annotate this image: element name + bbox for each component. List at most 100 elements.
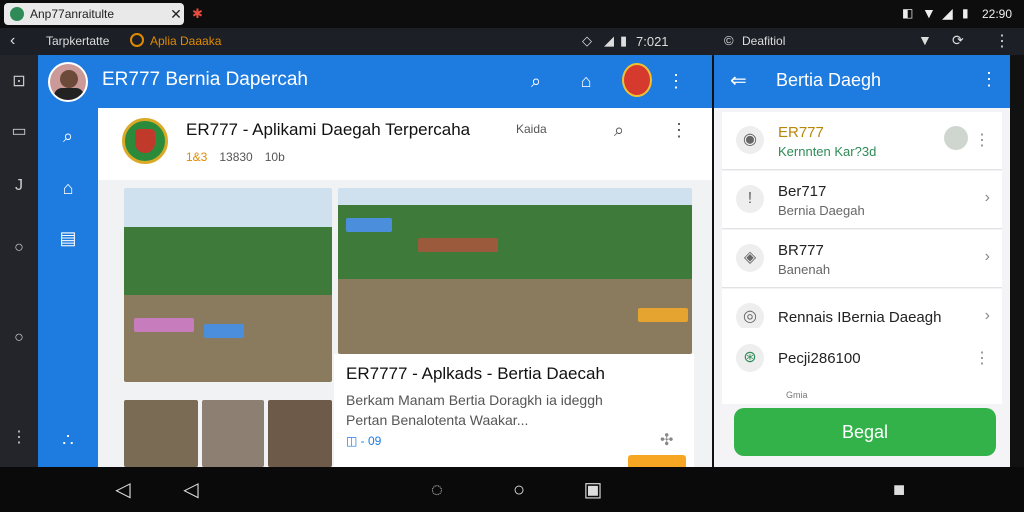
signal-icon: ◢ (942, 5, 953, 21)
navigation-bar: ◁ ◁ ◌ ○ ▣ ■ (0, 467, 1024, 512)
square-icon[interactable]: ■ (886, 477, 912, 503)
wifi-icon: ▼ (918, 32, 932, 48)
alert-icon: ! (736, 185, 764, 213)
page-meta: 1&3 13830 10b (186, 150, 285, 164)
notification-icon: ✱ (192, 6, 203, 21)
toolbar-label: Tarpkertatte (46, 34, 110, 48)
overflow-menu-icon[interactable]: ⋮ (980, 69, 998, 90)
list-item[interactable]: ◉ ER777 Kernnten Kar?3d ⋮ (722, 112, 1002, 170)
accent-bar (628, 455, 686, 467)
small-note: Gmia (786, 390, 808, 400)
article-desc-line: Berkam Manam Bertia Doragkh ia ideggh (346, 392, 603, 408)
sidebar: ⌕ ⌂ ▤ ∴ (38, 108, 98, 467)
article-title: ER7777 - Aplkads - Bertia Daecah (346, 364, 605, 383)
panel-title: Bertia Daegh (776, 70, 882, 90)
window-icon[interactable]: ⊡ (8, 71, 30, 93)
shield-icon: ◇ (582, 33, 592, 48)
box-icon: ◈ (736, 244, 764, 272)
thumbnail-photo[interactable] (124, 400, 198, 467)
toolbar-right-label: Deafitiol (742, 34, 786, 48)
back-icon[interactable]: ‹ (10, 32, 15, 50)
main-content: ER777 - Aplikami Daegah Terpercaha 1&3 1… (98, 108, 712, 467)
search-icon[interactable]: ⌕ (56, 124, 80, 148)
back-icon[interactable]: ◁ (178, 477, 204, 503)
clock-text: 7:021 (636, 34, 669, 49)
list-item[interactable]: ◈ BR777 Banenah › (722, 230, 1002, 288)
tab-close-icon[interactable]: ✕ (168, 6, 184, 23)
app-header: ER777 Bernia Dapercah ⌕ ⌂ ⋮ (38, 55, 712, 108)
browser-tab[interactable]: Anp77anraitulte ✕ (4, 3, 184, 25)
overflow-menu-icon[interactable]: ⋮ (994, 31, 1010, 51)
rating-text: 1&3 (186, 150, 208, 164)
battery-icon: ▮ (962, 6, 969, 20)
app-icon (130, 33, 144, 47)
item-title: Ber717 (778, 183, 827, 200)
lock-icon[interactable]: ⌂ (574, 69, 598, 93)
settings-icon: ⊛ (736, 344, 764, 372)
profile-icon: ◉ (736, 126, 764, 154)
list-item[interactable]: ! Ber717 Bernia Daegah › (722, 171, 1002, 229)
item-subtitle: Kernnten Kar?3d (778, 144, 877, 159)
wifi-icon: ▼ (922, 5, 936, 21)
article-tag: ◫ - 09 (346, 434, 381, 448)
news-icon[interactable]: ▤ (56, 226, 80, 250)
tab-favicon-icon (10, 7, 24, 21)
clock-text: 22:90 (982, 7, 1013, 21)
item-title: BR777 (778, 242, 824, 259)
tag-text: - 09 (360, 434, 382, 448)
article-card[interactable]: ER7777 - Aplkads - Bertia Daecah Berkam … (334, 354, 694, 467)
item-subtitle: Bernia Daegah (778, 203, 865, 218)
puzzle-icon[interactable]: ✣ (660, 430, 673, 450)
apps-grid-icon[interactable]: ⋮ (8, 427, 30, 449)
sync-icon[interactable]: ⟳ (952, 32, 964, 49)
battery-icon: ▮ (620, 33, 628, 48)
book-icon[interactable]: ▭ (8, 121, 30, 143)
chat-icon: ◎ (736, 303, 764, 331)
article-desc-line: Pertan Benalotenta Waakar... (346, 412, 529, 428)
system-rail: ⊡ ▭ J ○ ○ ⋮ (0, 55, 38, 467)
emblem-icon (622, 63, 652, 97)
recents-icon[interactable]: ▣ (580, 477, 606, 503)
market-photo[interactable] (338, 188, 692, 354)
overflow-menu-icon[interactable]: ⋮ (974, 348, 990, 368)
page-title: ER777 - Aplikami Daegah Terpercaha (186, 120, 471, 139)
tab-title: Anp77anraitulte (30, 7, 115, 21)
copyright-icon: © (724, 33, 734, 48)
back-icon[interactable]: ◁ (110, 477, 136, 503)
search-icon[interactable]: ⌕ (524, 69, 548, 93)
vibrate-icon: ◧ (902, 6, 914, 20)
overflow-menu-icon[interactable]: ⋮ (670, 120, 688, 141)
village-photo[interactable] (124, 188, 332, 382)
home-icon[interactable]: ⌂ (56, 176, 80, 200)
page-header: ER777 - Aplikami Daegah Terpercaha 1&3 1… (98, 108, 712, 180)
bookmark-icon[interactable]: J (8, 175, 30, 197)
home-icon[interactable]: ○ (506, 477, 532, 503)
thumbnail-photo[interactable] (268, 400, 332, 467)
app-label[interactable]: Aplia Daaaka (150, 34, 221, 48)
chevron-right-icon: › (984, 248, 990, 265)
overflow-menu-icon[interactable]: ⋮ (974, 130, 990, 150)
meta-extra: 10b (264, 150, 285, 164)
item-subtitle: Banenah (778, 262, 831, 277)
side-panel: ⇐ Bertia Daegh ⋮ ◉ ER777 Kernnten Kar?3d… (714, 55, 1010, 467)
search-icon[interactable]: ○ (8, 237, 30, 259)
status-bar: Anp77anraitulte ✕ ✱ ◧ ▼ ◢ ▮ 22:90 (0, 0, 1024, 28)
category-badge[interactable]: Kaida (516, 122, 547, 136)
avatar[interactable] (48, 62, 88, 102)
toolbar: ‹ Tarpkertatte Aplia Daaaka ◇ ◢ ▮ 7:021 … (0, 28, 1024, 55)
panel-header: ⇐ Bertia Daegh ⋮ (714, 55, 1010, 108)
tag-icon: ◫ (346, 434, 361, 448)
primary-button[interactable]: Begal (734, 408, 996, 456)
assistant-icon[interactable]: ◌ (424, 477, 450, 503)
apps-grid-icon[interactable]: ∴ (56, 428, 80, 452)
app-title: ER777 Bernia Dapercah (102, 69, 308, 90)
signal-icon: ◢ (604, 33, 614, 48)
item-title: Pecji286100 (778, 350, 861, 367)
thumbnail-photo[interactable] (202, 400, 264, 467)
search-icon[interactable]: ⌕ (614, 120, 624, 141)
menu-icon[interactable]: ⇐ (730, 68, 747, 93)
search-icon[interactable]: ○ (8, 327, 30, 349)
list-item[interactable]: ⊛ Pecji286100 ⋮ Gmia (722, 328, 1002, 404)
overflow-menu-icon[interactable]: ⋮ (664, 69, 688, 93)
item-title: Rennais IBernia Daeagh (778, 309, 942, 326)
